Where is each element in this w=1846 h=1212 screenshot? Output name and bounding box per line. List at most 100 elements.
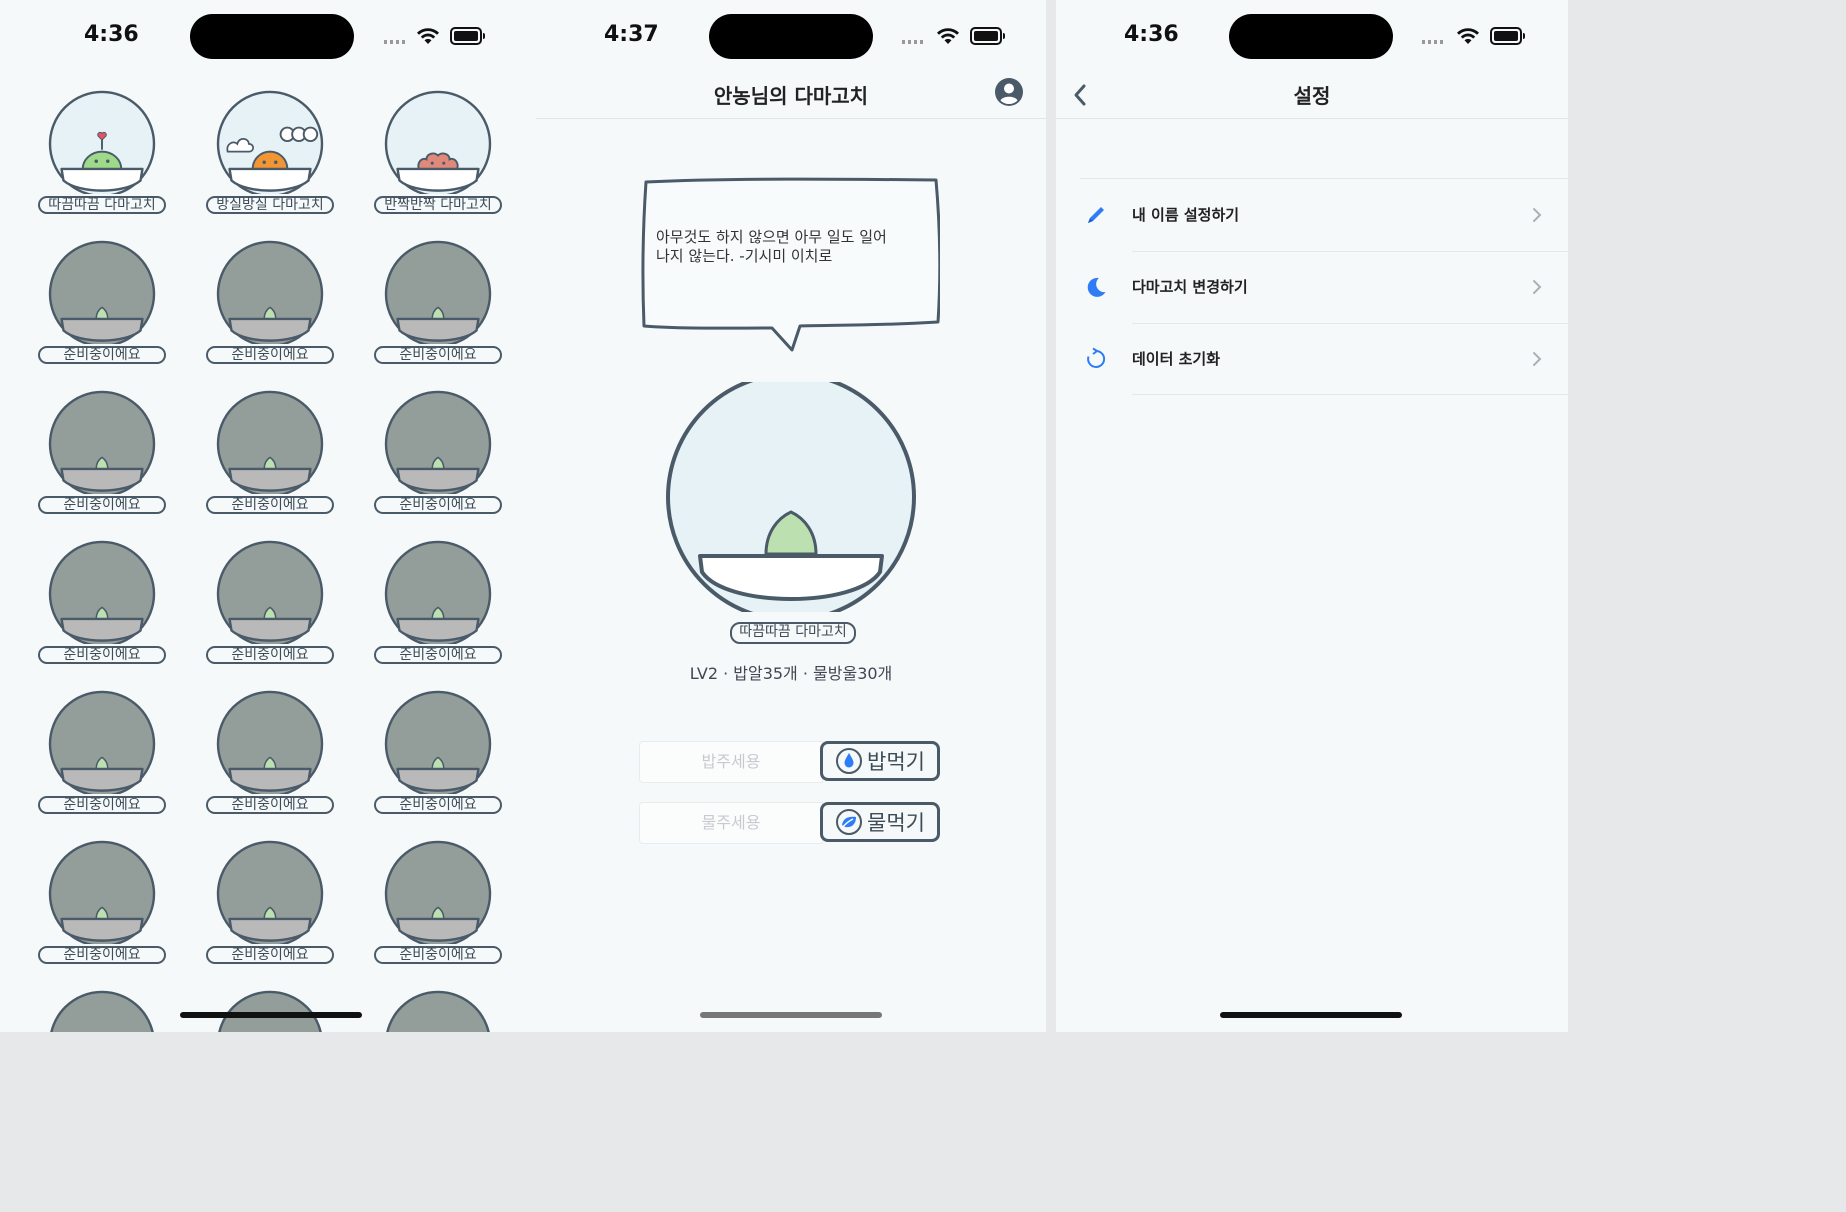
tamagotchi-name-label: 준비중이에요 xyxy=(206,946,334,964)
wifi-icon xyxy=(1457,28,1479,44)
signal-dots-icon xyxy=(902,40,926,44)
chevron-right-icon xyxy=(1533,280,1542,294)
tamagotchi-name-label: 준비중이에요 xyxy=(38,496,166,514)
locked-tamagotchi-cell[interactable]: 준비중이에요 xyxy=(32,690,172,814)
status-bar: 4:37 xyxy=(536,0,1046,72)
reset-icon xyxy=(1087,347,1106,368)
settings-list: 내 이름 설정하기 다마고치 변경하기 데이터 초기화 xyxy=(1080,178,1568,395)
locked-tamagotchi-cell[interactable]: 준비중이에요 xyxy=(368,540,508,664)
tamagotchi-name-label: 준비중이에요 xyxy=(38,346,166,364)
tamagotchi-name-label: 따끔따끔 다마고치 xyxy=(38,196,166,214)
settings-screen: 4:36 설정 내 이름 설정하기 다마고치 변경하기 데이터 초기화 xyxy=(1056,0,1568,1032)
home-indicator xyxy=(700,1012,882,1018)
locked-egg-icon xyxy=(48,240,156,344)
locked-tamagotchi-cell[interactable]: 준비중이에요 xyxy=(200,240,340,364)
locked-tamagotchi-cell[interactable]: 준비중이에요 xyxy=(368,240,508,364)
tamagotchi-cell[interactable]: 따끔따끔 다마고치 xyxy=(32,90,172,214)
locked-egg-icon xyxy=(48,390,156,494)
tamagotchi-grid: 따끔따끔 다마고치 방실방실 다마고치 반짝반짝 다마고치 준비중이에요 준비중이에요 준… xyxy=(32,90,510,1032)
locked-tamagotchi-cell[interactable]: 준비중이에요 xyxy=(32,240,172,364)
settings-row-reset-data[interactable]: 데이터 초기화 xyxy=(1080,323,1568,395)
settings-row-change-tamagotchi[interactable]: 다마고치 변경하기 xyxy=(1080,251,1568,323)
locked-egg-icon xyxy=(216,240,324,344)
wifi-icon xyxy=(417,28,439,44)
water-count-input[interactable]: 물주세용 xyxy=(639,802,823,844)
battery-icon xyxy=(1490,27,1525,45)
locked-tamagotchi-cell[interactable] xyxy=(32,990,172,1032)
tamagotchi-name-label: 준비중이에요 xyxy=(374,946,502,964)
locked-tamagotchi-cell[interactable]: 준비중이에요 xyxy=(200,390,340,514)
settings-row-label: 데이터 초기화 xyxy=(1132,350,1221,368)
moon-icon xyxy=(1087,277,1106,297)
nav-bar: 안농님의 다마고치 xyxy=(536,72,1046,119)
settings-row-name[interactable]: 내 이름 설정하기 xyxy=(1080,179,1568,251)
dynamic-island xyxy=(190,14,354,59)
locked-egg-icon xyxy=(48,540,156,644)
home-indicator xyxy=(1220,1012,1402,1018)
locked-egg-icon xyxy=(386,990,490,1032)
water-button[interactable]: 물먹기 xyxy=(820,802,940,842)
tamagotchi-name-label: 준비중이에요 xyxy=(206,496,334,514)
tamagotchi-name-label: 준비중이에요 xyxy=(374,346,502,364)
wifi-icon xyxy=(937,28,959,44)
chevron-right-icon xyxy=(1533,352,1542,366)
tamagotchi-name-label: 준비중이에요 xyxy=(374,796,502,814)
food-count-input[interactable]: 밥주세용 xyxy=(639,741,823,783)
locked-egg-icon xyxy=(216,540,324,644)
locked-tamagotchi-cell[interactable]: 준비중이에요 xyxy=(32,390,172,514)
locked-tamagotchi-cell[interactable]: 준비중이에요 xyxy=(32,540,172,664)
page-title: 안농님의 다마고치 xyxy=(713,84,869,108)
tamagotchi-name-label: 준비중이에요 xyxy=(206,646,334,664)
character-illustration[interactable] xyxy=(666,382,916,612)
tamagotchi-icon xyxy=(384,90,492,194)
tamagotchi-name-label: 반짝반짝 다마고치 xyxy=(374,196,502,214)
locked-egg-icon xyxy=(218,990,322,1032)
settings-row-label: 다마고치 변경하기 xyxy=(1132,278,1248,296)
signal-dots-icon xyxy=(1422,40,1446,44)
tamagotchi-icon xyxy=(48,90,156,194)
home-indicator xyxy=(180,1012,362,1018)
tamagotchi-name-label: 준비중이에요 xyxy=(206,346,334,364)
bubble-message: 아무것도 하지 않으면 아무 일도 일어나지 않는다. -기시미 이치로 xyxy=(656,228,887,265)
leaf-icon xyxy=(836,809,863,835)
battery-icon xyxy=(450,27,485,45)
tamagotchi-name-label: 방실방실 다마고치 xyxy=(206,196,334,214)
water-drop-icon xyxy=(836,748,863,774)
page-title: 설정 xyxy=(1293,84,1331,108)
tamagotchi-name-label: 준비중이에요 xyxy=(374,496,502,514)
locked-tamagotchi-cell[interactable]: 준비중이에요 xyxy=(368,390,508,514)
tamagotchi-icon xyxy=(216,90,324,194)
locked-tamagotchi-cell[interactable]: 준비중이에요 xyxy=(200,690,340,814)
profile-icon[interactable] xyxy=(994,77,1024,107)
tamagotchi-cell[interactable]: 방실방실 다마고치 xyxy=(200,90,340,214)
locked-egg-icon xyxy=(48,840,156,944)
locked-tamagotchi-cell[interactable]: 준비중이에요 xyxy=(368,690,508,814)
locked-egg-icon xyxy=(48,690,156,794)
pencil-icon xyxy=(1088,207,1104,223)
locked-tamagotchi-cell[interactable]: 준비중이에요 xyxy=(368,840,508,964)
locked-tamagotchi-cell[interactable] xyxy=(200,990,340,1032)
tamagotchi-main-screen: 4:37 안농님의 다마고치 아무것도 하지 않으면 아무 일도 일어나지 않는… xyxy=(536,0,1046,1032)
locked-tamagotchi-cell[interactable] xyxy=(368,990,508,1032)
feed-button-label: 밥먹기 xyxy=(867,750,925,774)
tamagotchi-name-label: 준비중이에요 xyxy=(206,796,334,814)
chevron-right-icon xyxy=(1533,208,1542,222)
locked-tamagotchi-cell[interactable]: 준비중이에요 xyxy=(200,840,340,964)
locked-tamagotchi-cell[interactable]: 준비중이에요 xyxy=(200,540,340,664)
dynamic-island xyxy=(1229,14,1393,59)
status-time: 4:36 xyxy=(84,22,139,47)
locked-egg-icon xyxy=(384,690,492,794)
tamagotchi-cell[interactable]: 반짝반짝 다마고치 xyxy=(368,90,508,214)
speech-bubble xyxy=(641,177,940,352)
locked-egg-icon xyxy=(384,390,492,494)
locked-tamagotchi-cell[interactable]: 준비중이에요 xyxy=(32,840,172,964)
locked-egg-icon xyxy=(216,390,324,494)
tamagotchi-name-label: 준비중이에요 xyxy=(38,646,166,664)
dynamic-island xyxy=(709,14,873,59)
feed-button[interactable]: 밥먹기 xyxy=(820,741,940,781)
battery-icon xyxy=(970,27,1005,45)
tamagotchi-select-screen: 4:36 따끔따끔 다마고치 방실방실 다마고치 반짝반짝 다마고치 준비중이에요 준비… xyxy=(0,0,536,1032)
signal-dots-icon xyxy=(384,40,408,44)
character-name-badge: 따끔따끔 다마고치 xyxy=(730,622,856,644)
status-bar: 4:36 xyxy=(0,0,536,72)
